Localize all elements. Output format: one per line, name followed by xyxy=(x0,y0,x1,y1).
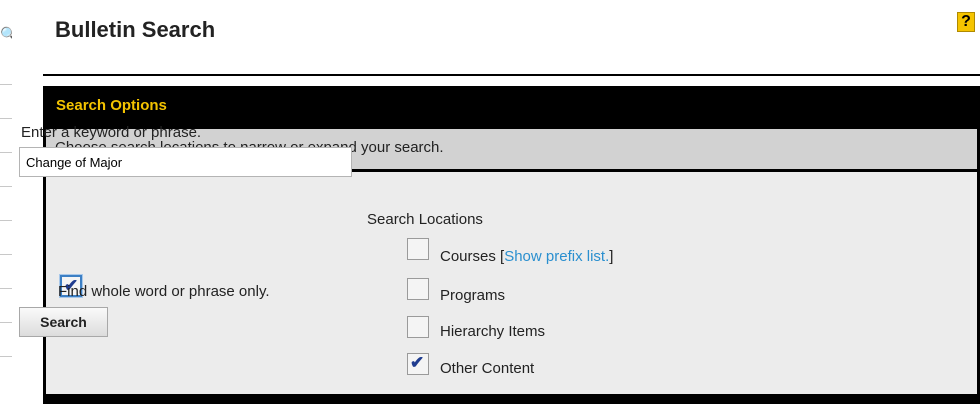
sidebar-divider xyxy=(0,118,12,119)
page-title: Bulletin Search xyxy=(55,17,216,42)
sidebar-divider xyxy=(0,356,12,357)
sidebar-divider xyxy=(0,288,12,289)
sidebar-divider xyxy=(0,152,12,153)
courses-checkbox[interactable]: ✔ xyxy=(407,238,429,260)
other-content-label: Other Content xyxy=(440,360,535,377)
keyword-label: Enter a keyword or phrase. xyxy=(21,124,202,141)
panel-header: Search Options xyxy=(43,86,980,126)
sidebar-divider xyxy=(0,220,12,221)
left-sidebar-edge: 🔍 xyxy=(0,0,12,404)
checkmark-icon: ✔ xyxy=(410,353,425,372)
courses-label: Courses [Show prefix list.] xyxy=(440,248,614,265)
sidebar-divider xyxy=(0,322,12,323)
show-prefix-list-link[interactable]: Show prefix list. xyxy=(504,248,609,265)
sidebar-divider xyxy=(0,186,12,187)
sidebar-divider xyxy=(0,84,12,85)
search-locations-heading: Search Locations xyxy=(367,211,483,228)
other-content-checkbox[interactable]: ✔ xyxy=(407,353,429,375)
hierarchy-items-checkbox[interactable]: ✔ xyxy=(407,316,429,338)
whole-word-label: Find whole word or phrase only. xyxy=(58,283,270,300)
help-icon[interactable]: ? xyxy=(957,12,975,32)
search-button[interactable]: Search xyxy=(19,307,108,337)
search-icon[interactable]: 🔍 xyxy=(0,26,12,42)
title-divider xyxy=(43,74,980,76)
keyword-input[interactable] xyxy=(19,147,352,177)
programs-checkbox[interactable]: ✔ xyxy=(407,278,429,300)
main-content: Bulletin Search ? Search Options Choose … xyxy=(12,0,980,404)
programs-label: Programs xyxy=(440,287,506,304)
hierarchy-items-label: Hierarchy Items xyxy=(440,323,546,340)
sidebar-divider xyxy=(0,254,12,255)
